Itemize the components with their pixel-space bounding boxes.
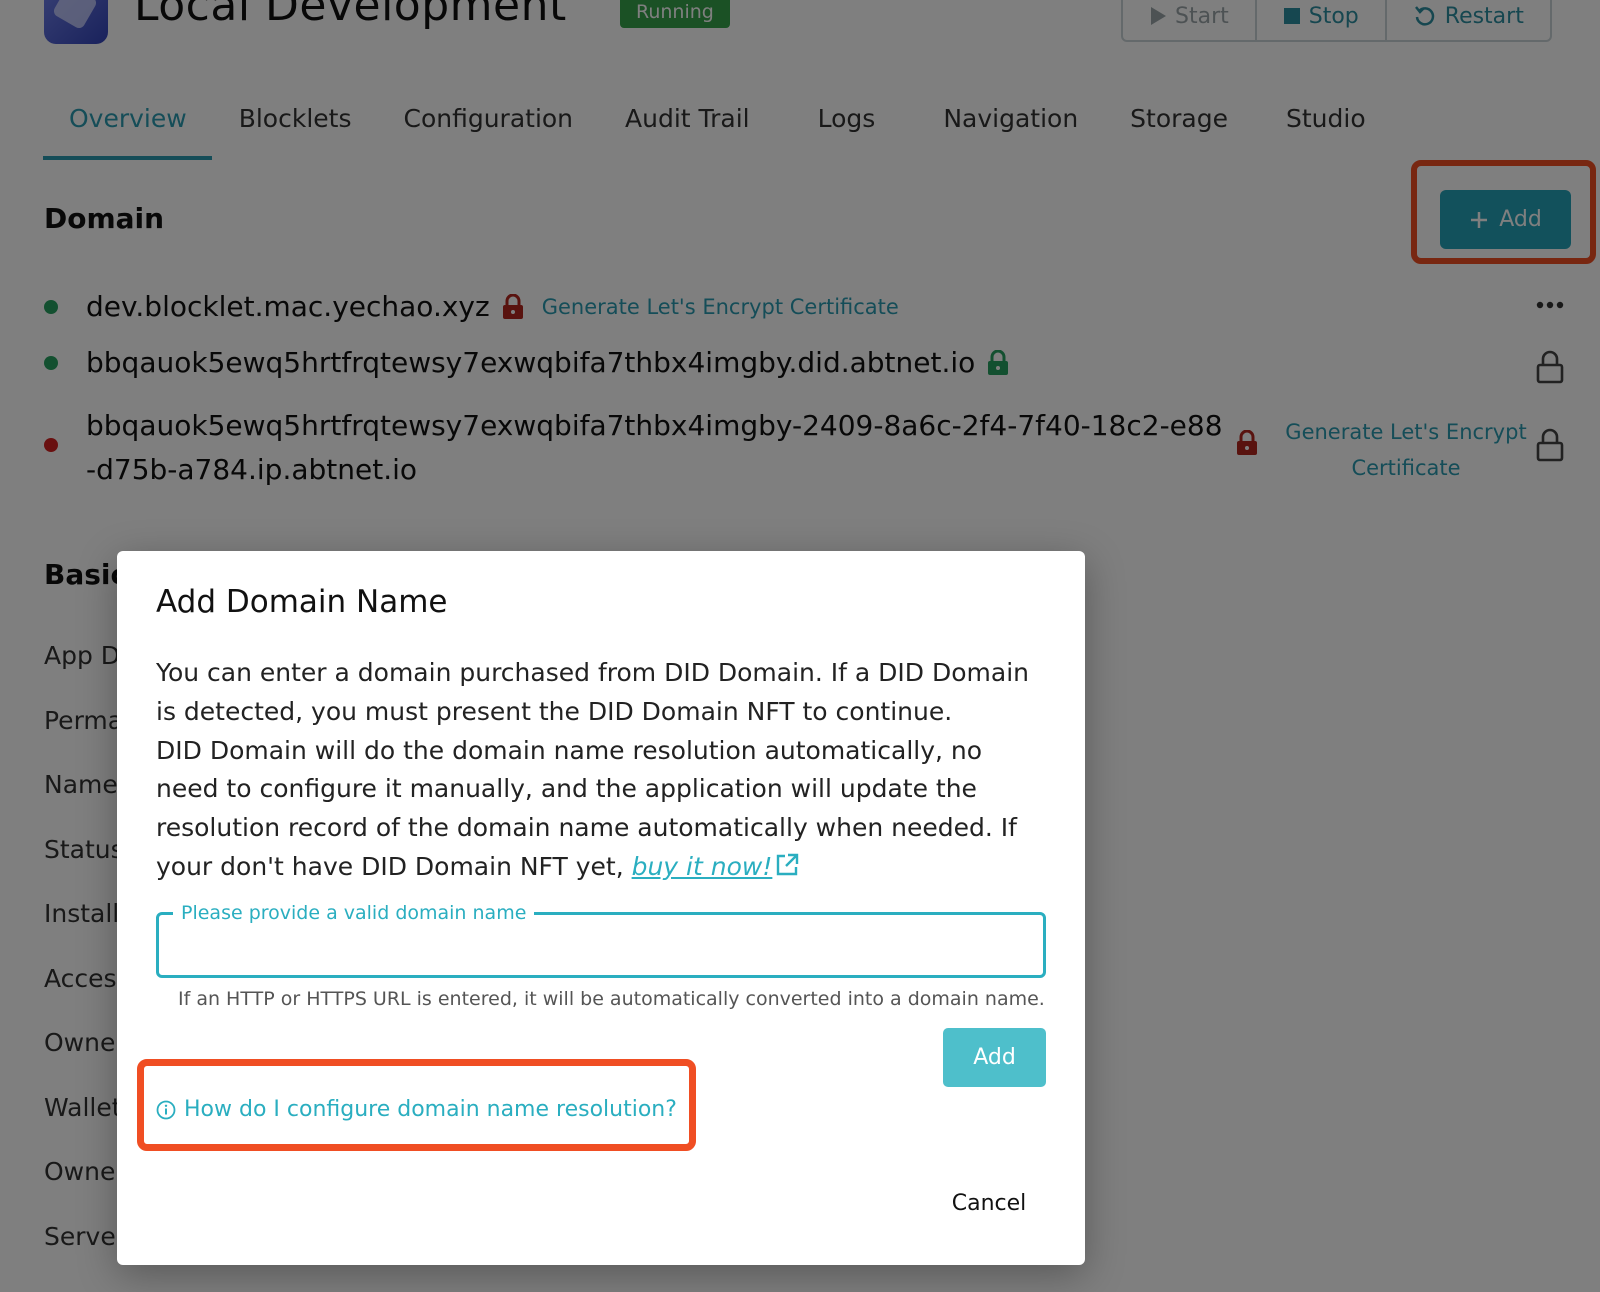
domain-name-field: Please provide a valid domain name [156,901,1046,978]
description-paragraph: You can enter a domain purchased from DI… [156,658,1030,726]
dialog-title: Add Domain Name [156,584,448,620]
external-link-icon[interactable] [774,852,800,878]
description-paragraph: DID Domain will do the domain name resol… [156,735,1017,881]
cancel-button[interactable]: Cancel [929,1178,1049,1228]
buy-it-now-link[interactable]: buy it now! [632,852,773,881]
dialog-add-button[interactable]: Add [943,1028,1046,1087]
domain-resolution-help-link[interactable]: How do I configure domain name resolutio… [156,1097,677,1122]
dialog-description: You can enter a domain purchased from DI… [156,654,1046,887]
info-icon [156,1100,176,1119]
domain-name-input[interactable] [159,915,1043,975]
add-domain-dialog: Add Domain Name You can enter a domain p… [117,551,1085,1265]
helper-text: If an HTTP or HTTPS URL is entered, it w… [178,988,1045,1010]
